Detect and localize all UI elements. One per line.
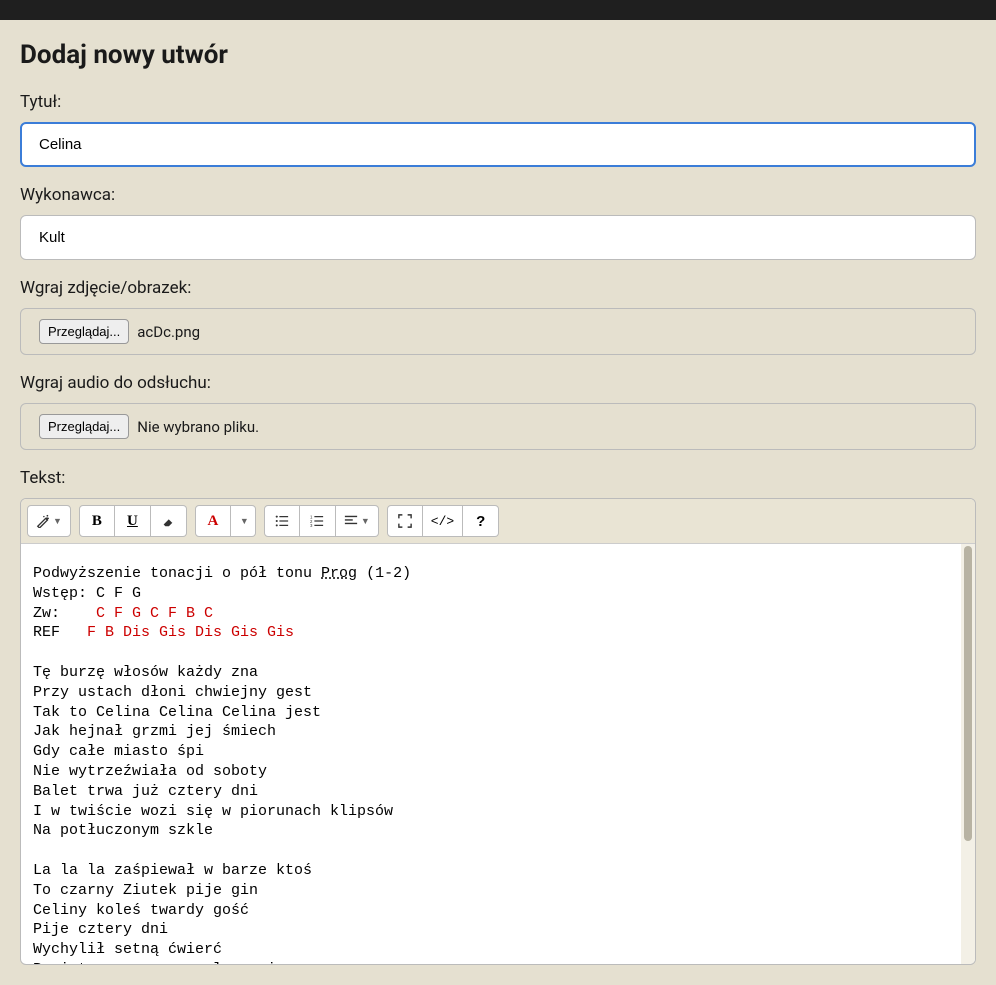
editor-body: Podwyższenie tonacji o pół tonu Prog (1-…	[21, 544, 975, 964]
text-segment: Podwyższenie tonacji o pół tonu	[33, 565, 321, 582]
chord-text: F B Dis Gis Dis Gis Gis	[87, 624, 294, 641]
image-label: Wgraj zdjęcie/obrazek:	[20, 278, 976, 298]
fullscreen-icon	[398, 514, 412, 528]
chevron-down-icon: ▼	[240, 516, 249, 526]
top-bar	[0, 0, 996, 20]
field-title: Tytuł:	[20, 92, 976, 167]
chord-text: C F G C F B C	[96, 605, 213, 622]
fullscreen-button[interactable]	[387, 505, 423, 537]
scrollbar-thumb[interactable]	[964, 546, 972, 841]
scrollbar-track[interactable]	[961, 544, 975, 964]
audio-label: Wgraj audio do odsłuchu:	[20, 373, 976, 393]
field-audio: Wgraj audio do odsłuchu: Przeglądaj... N…	[20, 373, 976, 450]
form-container: Dodaj nowy utwór Tytuł: Wykonawca: Wgraj…	[0, 20, 996, 985]
eraser-icon	[161, 514, 175, 528]
chevron-down-icon: ▼	[53, 516, 62, 526]
page-title: Dodaj nowy utwór	[20, 40, 976, 70]
align-button[interactable]: ▼	[336, 505, 379, 537]
font-color-dropdown[interactable]: ▼	[231, 505, 256, 537]
text-label: Tekst:	[20, 468, 976, 488]
eraser-button[interactable]	[151, 505, 187, 537]
text-segment: (1-2)	[357, 565, 411, 582]
field-artist: Wykonawca:	[20, 185, 976, 260]
artist-label: Wykonawca:	[20, 185, 976, 205]
magic-button[interactable]: ▼	[27, 505, 71, 537]
audio-filename: Nie wybrano pliku.	[137, 418, 259, 436]
title-label: Tytuł:	[20, 92, 976, 112]
magic-wand-icon	[36, 514, 50, 528]
help-button[interactable]: ?	[463, 505, 499, 537]
prog-link[interactable]: Prog	[321, 565, 357, 582]
bold-button[interactable]: B	[79, 505, 115, 537]
editor-toolbar: ▼ B U A ▼	[21, 499, 975, 544]
audio-file-box[interactable]: Przeglądaj... Nie wybrano pliku.	[20, 403, 976, 450]
image-file-box[interactable]: Przeglądaj... acDc.png	[20, 308, 976, 355]
image-filename: acDc.png	[137, 323, 200, 341]
title-input[interactable]	[20, 122, 976, 167]
artist-input[interactable]	[20, 215, 976, 260]
chevron-down-icon: ▼	[361, 516, 370, 526]
field-image: Wgraj zdjęcie/obrazek: Przeglądaj... acD…	[20, 278, 976, 355]
text-segment: REF	[33, 624, 87, 641]
rich-text-editor: ▼ B U A ▼	[20, 498, 976, 965]
svg-text:3: 3	[310, 523, 313, 528]
code-view-button[interactable]: </>	[423, 505, 463, 537]
verse-text: La la la zaśpiewał w barze ktoś To czarn…	[33, 862, 312, 964]
underline-button[interactable]: U	[115, 505, 151, 537]
list-ol-icon: 123	[310, 514, 324, 528]
editor-content[interactable]: Podwyższenie tonacji o pół tonu Prog (1-…	[21, 544, 961, 964]
text-segment: Zw:	[33, 605, 96, 622]
list-ul-icon	[275, 514, 289, 528]
font-color-button[interactable]: A	[195, 505, 231, 537]
align-left-icon	[344, 514, 358, 528]
image-browse-button[interactable]: Przeglądaj...	[39, 319, 129, 344]
ordered-list-button[interactable]: 123	[300, 505, 336, 537]
audio-browse-button[interactable]: Przeglądaj...	[39, 414, 129, 439]
text-segment: Wstęp: C F G	[33, 585, 141, 602]
verse-text: Tę burzę włosów każdy zna Przy ustach dł…	[33, 664, 393, 839]
unordered-list-button[interactable]	[264, 505, 300, 537]
